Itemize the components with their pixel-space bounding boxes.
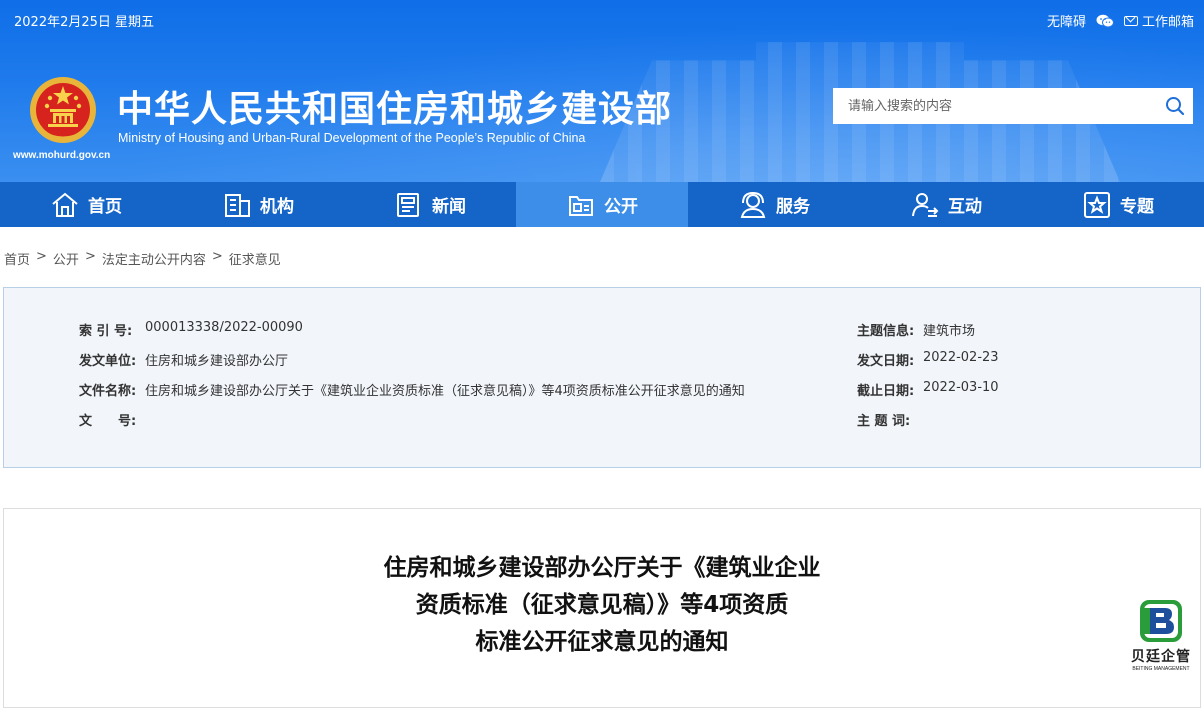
- breadcrumb-disclosure[interactable]: 公开: [53, 249, 79, 268]
- document-title-line: 住房和城乡建设部办公厅关于《建筑业企业: [383, 555, 821, 581]
- publish-date-row: 发文日期: 2022-02-23: [857, 350, 999, 369]
- topic-icon: [1082, 190, 1112, 220]
- service-icon: [738, 190, 768, 220]
- document-metadata-box: [3, 287, 1201, 468]
- nav-item-label: 专题: [1120, 197, 1154, 217]
- issuer-value: 住房和城乡建设部办公厅: [145, 354, 289, 369]
- breadcrumb-separator: >: [84, 249, 96, 264]
- document-title: 住房和城乡建设部办公厅关于《建筑业企业 资质标准（征求意见稿）》等4项资质 标准…: [0, 550, 1204, 661]
- nav-item-label: 首页: [88, 197, 122, 217]
- interaction-icon: [910, 190, 940, 220]
- watermark-name: 贝廷企管: [1131, 649, 1191, 665]
- breadcrumb-separator: >: [36, 249, 47, 264]
- search-icon[interactable]: [1157, 88, 1193, 124]
- topic-row: 主题信息: 建筑市场: [857, 320, 975, 339]
- site-subtitle: Ministry of Housing and Urban-Rural Deve…: [118, 131, 586, 145]
- issuer-row: 发文单位: 住房和城乡建设部办公厅: [79, 350, 288, 369]
- docno-label: 文 号:: [79, 414, 137, 429]
- nav-item-news[interactable]: 新闻: [344, 182, 516, 227]
- disclosure-icon: [566, 190, 596, 220]
- document-title-line: 标准公开征求意见的通知: [475, 629, 729, 655]
- deadline-row: 截止日期: 2022-03-10: [857, 380, 999, 399]
- nav-item-interaction[interactable]: 互动: [860, 182, 1032, 227]
- search-box: [833, 88, 1193, 124]
- home-icon: [50, 190, 80, 220]
- site-url: www.mohurd.gov.cn: [13, 150, 111, 161]
- breadcrumb-separator: >: [211, 249, 223, 264]
- publish-date-value: 2022-02-23: [923, 350, 999, 365]
- filename-label: 文件名称:: [79, 384, 137, 399]
- breadcrumb-home[interactable]: 首页: [4, 249, 30, 268]
- accessibility-link[interactable]: 无障碍: [1047, 11, 1086, 30]
- deadline-label: 截止日期:: [857, 384, 915, 399]
- watermark-subtitle: BEITING MANAGEMENT: [1132, 666, 1190, 672]
- nav-item-label: 新闻: [432, 197, 466, 217]
- nav-item-home[interactable]: 首页: [0, 182, 172, 227]
- current-date: 2022年2月25日 星期五: [14, 15, 155, 30]
- topic-label: 主题信息:: [857, 324, 915, 339]
- publish-date-label: 发文日期:: [857, 354, 915, 369]
- nav-item-label: 互动: [948, 197, 982, 217]
- main-nav: 首页 机构 新闻 公开 服务 互动 专题: [0, 182, 1204, 227]
- keywords-label: 主 题 词:: [857, 414, 911, 429]
- site-header: 2022年2月25日 星期五 无障碍 工作邮箱 中华人民共和国住房和城乡建设部 …: [0, 0, 1204, 182]
- document-title-line: 资质标准（征求意见稿）》等4项资质: [415, 592, 789, 618]
- breadcrumb: 首页 > 公开 > 法定主动公开内容 > 征求意见: [4, 249, 281, 268]
- news-icon: [394, 190, 424, 220]
- nav-item-topic[interactable]: 专题: [1032, 182, 1204, 227]
- top-links: 无障碍 工作邮箱: [1047, 11, 1194, 30]
- wechat-link[interactable]: [1096, 14, 1114, 28]
- mail-icon: [1123, 15, 1138, 26]
- breadcrumb-statutory[interactable]: 法定主动公开内容: [102, 249, 206, 268]
- nav-item-label: 服务: [776, 197, 810, 217]
- nav-item-label: 公开: [604, 197, 638, 217]
- work-mail-link[interactable]: 工作邮箱: [1123, 11, 1194, 30]
- breadcrumb-consultation[interactable]: 征求意见: [229, 249, 281, 268]
- deadline-value: 2022-03-10: [923, 380, 999, 395]
- issuer-label: 发文单位:: [79, 354, 137, 369]
- nav-item-organization[interactable]: 机构: [172, 182, 344, 227]
- site-title: 中华人民共和国住房和城乡建设部: [117, 89, 673, 130]
- docno-row: 文 号:: [79, 410, 145, 429]
- wechat-icon: [1096, 14, 1114, 28]
- topic-value: 建筑市场: [923, 324, 976, 339]
- search-input[interactable]: [833, 88, 1157, 124]
- nav-item-disclosure[interactable]: 公开: [516, 182, 688, 227]
- nav-item-service[interactable]: 服务: [688, 182, 860, 227]
- filename-value: 住房和城乡建设部办公厅关于《建筑业企业资质标准（征求意见稿）》等4项资质标准公开…: [145, 384, 745, 399]
- index-number-value: 000013338/2022-00090: [145, 320, 303, 335]
- building-icon: [222, 190, 252, 220]
- filename-row: 文件名称: 住房和城乡建设部办公厅关于《建筑业企业资质标准（征求意见稿）》等4项…: [79, 380, 745, 399]
- national-emblem-icon[interactable]: [28, 75, 98, 145]
- keywords-row: 主 题 词:: [857, 410, 923, 429]
- work-mail-label: 工作邮箱: [1141, 15, 1194, 30]
- beiting-logo-icon: [1138, 598, 1184, 644]
- nav-item-label: 机构: [260, 197, 294, 217]
- index-number-label: 索 引 号:: [79, 324, 133, 339]
- watermark-logo: 贝廷企管 BEITING MANAGEMENT: [1120, 598, 1202, 683]
- index-number-row: 索 引 号: 000013338/2022-00090: [79, 320, 303, 339]
